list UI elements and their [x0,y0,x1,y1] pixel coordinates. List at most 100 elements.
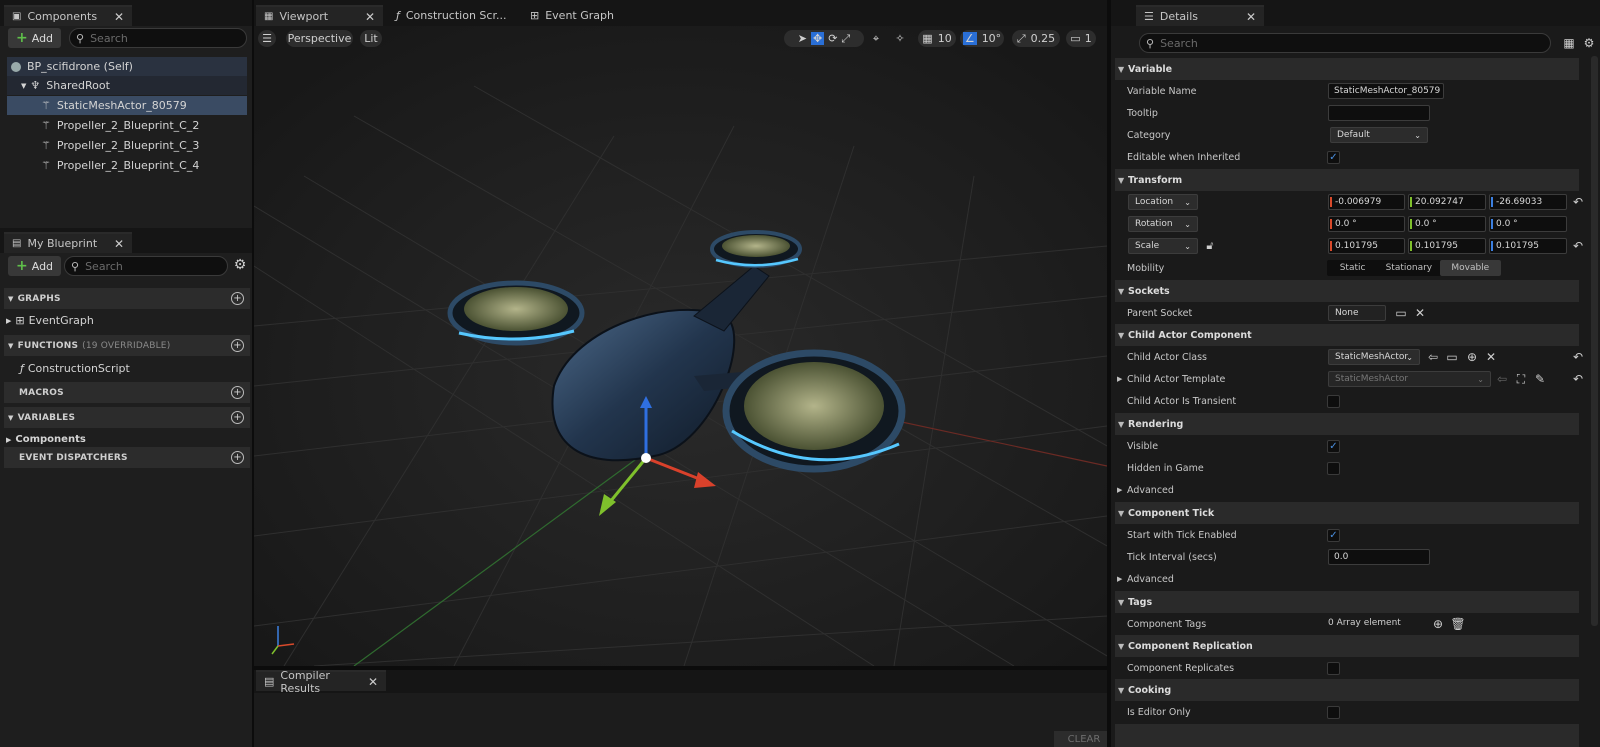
reset-icon[interactable]: ↶ [1571,372,1585,386]
viewport[interactable]: ☰ Perspective Lit ➤ ✥ ⟳ ⤢ ⌖ ✧ ▦ 10 ∠ 10° ⤢… [254,26,1107,666]
move-icon[interactable]: ✥ [810,32,825,45]
start-with-tick-enabled-checkbox[interactable]: ✓ [1327,528,1340,542]
details-search-input[interactable]: ⚲ Search [1139,33,1551,53]
parent-socket-field[interactable]: None [1328,305,1386,321]
scale-snap-toggle[interactable]: ⤢ 0.25 [1012,30,1060,47]
close-icon[interactable]: ✕ [1246,10,1256,24]
tab-viewport[interactable]: ▦ Viewport ✕ [256,5,383,26]
section-rendering[interactable]: ▼ Rendering [1115,413,1579,435]
add-event-dispatcher-icon[interactable]: + [231,451,244,464]
item-construction-script[interactable]: ƒ ConstructionScript [6,359,246,378]
rotation-x-field[interactable]: 0.0 ° [1328,216,1405,232]
component-replicates-checkbox[interactable] [1327,661,1340,675]
child-actor-class-dropdown[interactable]: StaticMeshActor ⌄ [1328,349,1420,365]
world-local-icon[interactable]: ⌖ [866,30,886,47]
rotate-icon[interactable]: ⟳ [828,32,837,45]
tree-item-propeller-3[interactable]: ⚚ Propeller_2_Blueprint_C_3 [7,136,247,155]
components-search-input[interactable]: ⚲ Search [69,28,247,48]
gear-icon[interactable]: ⚙ [233,257,247,273]
tab-construction-script[interactable]: ƒ Construction Scr... [388,5,516,26]
mobility-movable-option[interactable]: Movable [1439,260,1501,276]
location-z-field[interactable]: -26.69033 [1489,194,1567,210]
camera-speed-button[interactable]: ▭ 1 [1066,30,1096,47]
section-variable[interactable]: ▼ Variable [1115,58,1579,80]
mobility-stationary-option[interactable]: Stationary [1378,260,1439,276]
location-x-field[interactable]: -0.006979 [1328,194,1405,210]
scale-z-field[interactable]: 0.101795 [1489,238,1567,254]
hamburger-menu-icon[interactable]: ☰ [258,30,276,47]
scale-y-field[interactable]: 0.101795 [1408,238,1486,254]
variable-name-field[interactable]: StaticMeshActor_80579 [1328,83,1444,99]
section-cooking[interactable]: ▼ Cooking [1115,679,1579,701]
trash-icon[interactable]: 🗑︎ [1450,617,1465,631]
tooltip-field[interactable] [1328,105,1430,121]
editable-when-inherited-checkbox[interactable]: ✓ [1327,150,1340,164]
grid-snap-toggle[interactable]: ▦ 10 [918,30,956,47]
reset-icon[interactable]: ↶ [1571,195,1585,209]
tab-compiler-results[interactable]: ▤ Compiler Results ✕ [256,669,386,695]
section-child-actor-component[interactable]: ▼ Child Actor Component [1115,324,1579,346]
lock-icon[interactable]: 🔓︎ [1203,239,1217,253]
child-actor-template-dropdown[interactable]: StaticMeshActor ⌄ [1328,371,1491,387]
use-selected-icon[interactable]: ⇦ [1426,350,1440,364]
add-macro-icon[interactable]: + [231,386,244,399]
add-icon[interactable]: ⊕ [1465,350,1479,364]
scale-x-field[interactable]: 0.101795 [1328,238,1405,254]
section-macros[interactable]: MACROS + [4,382,250,403]
details-scrollbar[interactable] [1591,56,1598,626]
section-functions[interactable]: ▼ FUNCTIONS (19 OVERRIDABLE) + [4,335,250,356]
tree-item-propeller-2[interactable]: ⚚ Propeller_2_Blueprint_C_2 [7,116,247,135]
category-dropdown[interactable]: Default ⌄ [1330,127,1428,143]
section-tags[interactable]: ▼ Tags [1115,591,1579,613]
tab-components[interactable]: ▣ Components ✕ [4,5,132,26]
visible-checkbox[interactable]: ✓ [1327,439,1340,453]
location-dropdown[interactable]: Location ⌄ [1128,194,1198,210]
rotation-dropdown[interactable]: Rotation ⌄ [1128,216,1198,232]
clear-button[interactable]: CLEAR [1054,731,1114,747]
use-selected-icon[interactable]: ⇦ [1495,372,1509,386]
perspective-button[interactable]: Perspective [286,30,353,47]
scale-dropdown[interactable]: Scale ⌄ [1128,238,1198,254]
expand-icon[interactable]: ⛶ [1514,372,1528,386]
section-graphs[interactable]: ▼ GRAPHS + [4,288,250,309]
scale-icon[interactable]: ⤢ [841,32,850,46]
row-rendering-advanced[interactable]: ▶ Advanced [1115,479,1579,501]
section-component-replication[interactable]: ▼ Component Replication [1115,635,1579,657]
add-graph-icon[interactable]: + [231,292,244,305]
mobility-static-option[interactable]: Static [1327,260,1378,276]
splitter[interactable] [1107,0,1111,747]
location-y-field[interactable]: 20.092747 [1408,194,1486,210]
item-event-graph[interactable]: ▶ ⊞ EventGraph [6,311,246,330]
surface-snap-icon[interactable]: ✧ [890,30,910,47]
child-actor-is-transient-checkbox[interactable] [1327,394,1340,408]
clear-icon[interactable]: ✕ [1484,350,1498,364]
rotation-z-field[interactable]: 0.0 ° [1489,216,1567,232]
rotation-y-field[interactable]: 0.0 ° [1408,216,1486,232]
tree-item-staticmeshactor[interactable]: ⚚ StaticMeshActor_80579 [7,96,247,115]
tab-event-graph[interactable]: ⊞ Event Graph [522,5,632,26]
close-icon[interactable]: ✕ [114,237,124,251]
section-transform[interactable]: ▼ Transform [1115,169,1579,191]
add-variable-icon[interactable]: + [231,411,244,424]
section-event-dispatchers[interactable]: EVENT DISPATCHERS + [4,447,250,468]
lit-button[interactable]: Lit [360,30,382,47]
tick-interval-field[interactable]: 0.0 [1328,549,1430,565]
my-blueprint-search-input[interactable]: ⚲ Search [64,256,228,276]
section-sockets[interactable]: ▼ Sockets [1115,280,1579,302]
row-tick-advanced[interactable]: ▶ Advanced [1115,568,1579,590]
add-member-button[interactable]: + Add [8,256,61,276]
rotation-snap-toggle[interactable]: ∠ 10° [960,30,1004,47]
tab-my-blueprint[interactable]: ▤ My Blueprint ✕ [4,232,132,253]
section-component-tick[interactable]: ▼ Component Tick [1115,502,1579,524]
add-component-button[interactable]: + Add [8,28,61,48]
tab-details[interactable]: ☰ Details ✕ [1136,5,1264,26]
close-icon[interactable]: ✕ [114,10,124,24]
reset-icon[interactable]: ↶ [1571,350,1585,364]
tree-item-propeller-4[interactable]: ⚚ Propeller_2_Blueprint_C_4 [7,156,247,175]
section-variables[interactable]: ▼ VARIABLES + [4,407,250,428]
tree-item-self[interactable]: BP_scifidrone (Self) [7,57,247,76]
splitter[interactable] [252,0,254,747]
clear-icon[interactable]: ✕ [1413,306,1427,320]
add-icon[interactable]: ⊕ [1431,617,1445,631]
gear-icon[interactable]: ⚙ [1582,36,1596,50]
